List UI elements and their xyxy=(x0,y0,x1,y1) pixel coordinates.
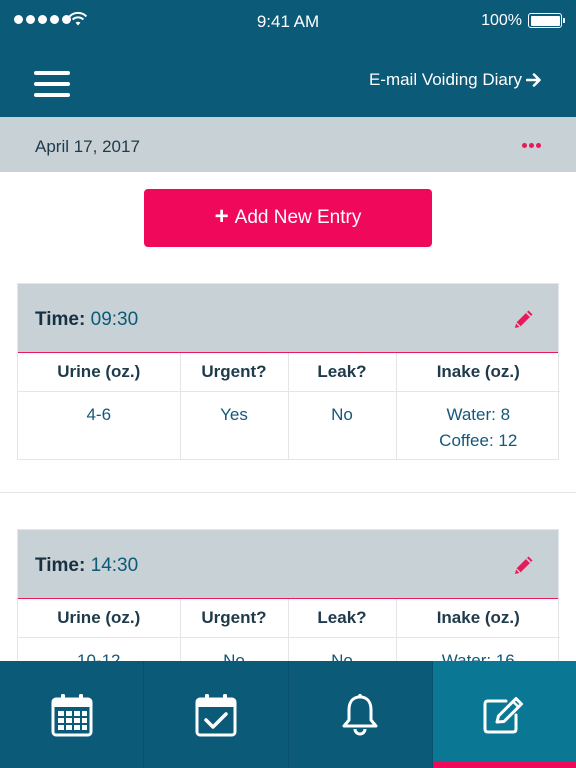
entry-time: Time: 14:30 xyxy=(35,555,138,577)
cell-urine: 4-6 xyxy=(18,391,181,459)
app-header: 9:41 AM 100% E-mail Voiding Diary xyxy=(0,0,576,117)
cell-leak: No xyxy=(288,391,397,459)
entry-time: Time: 09:30 xyxy=(35,309,138,331)
plus-icon: + xyxy=(214,202,229,230)
intake-line: Water: 8 xyxy=(446,404,511,424)
entry-time-label: Time: xyxy=(35,309,86,330)
entry-time-value: 14:30 xyxy=(90,555,139,576)
battery-icon xyxy=(528,13,565,28)
entry-table: Urine (oz.) Urgent? Leak? Inake (oz.) 4-… xyxy=(18,353,560,459)
pencil-icon[interactable] xyxy=(512,307,536,331)
pencil-icon[interactable] xyxy=(512,553,536,577)
entry-divider xyxy=(0,492,576,493)
table-header-row: Urine (oz.) Urgent? Leak? Inake (oz.) xyxy=(18,599,560,638)
column-header-intake: Inake (oz.) xyxy=(396,599,560,638)
add-new-entry-button[interactable]: + Add New Entry xyxy=(144,189,432,247)
calendar-check-icon xyxy=(195,693,237,736)
cell-urgent: Yes xyxy=(180,391,289,459)
calendar-icon xyxy=(51,693,93,736)
column-header-urgent: Urgent? xyxy=(180,353,289,392)
entry-header: Time: 09:30 xyxy=(18,284,558,353)
tab-bar xyxy=(0,661,576,768)
more-options-icon[interactable] xyxy=(522,143,541,148)
tab-calendar-check[interactable] xyxy=(144,661,289,768)
entry-time-label: Time: xyxy=(35,555,86,576)
arrow-right-icon xyxy=(526,73,541,87)
edit-icon xyxy=(483,696,524,733)
current-date: April 17, 2017 xyxy=(35,137,140,156)
bell-icon xyxy=(342,693,378,735)
status-bar: 9:41 AM 100% xyxy=(0,0,576,42)
table-row: 4-6 Yes No Water: 8 Coffee: 12 xyxy=(18,391,560,459)
diary-entry: Time: 09:30 Urine (oz.) Urgent? Leak? In… xyxy=(17,283,560,460)
email-diary-link[interactable]: E-mail Voiding Diary xyxy=(369,70,542,90)
column-header-leak: Leak? xyxy=(288,599,397,638)
date-bar: April 17, 2017 xyxy=(0,117,576,172)
intake-line: Coffee: 12 xyxy=(439,430,518,450)
tab-calendar[interactable] xyxy=(0,661,145,768)
add-new-entry-label: Add New Entry xyxy=(234,207,362,228)
column-header-leak: Leak? xyxy=(288,353,397,392)
tab-diary-entry[interactable] xyxy=(432,661,576,768)
entry-header: Time: 14:30 xyxy=(18,530,558,599)
column-header-urine: Urine (oz.) xyxy=(18,353,181,392)
cell-intake: Water: 8 Coffee: 12 xyxy=(396,391,560,459)
column-header-urine: Urine (oz.) xyxy=(18,599,181,638)
email-diary-label: E-mail Voiding Diary xyxy=(368,70,522,89)
column-header-intake: Inake (oz.) xyxy=(396,353,560,392)
menu-button[interactable] xyxy=(34,71,70,97)
table-header-row: Urine (oz.) Urgent? Leak? Inake (oz.) xyxy=(18,353,560,392)
battery-percentage: 100% xyxy=(481,12,522,29)
entry-time-value: 09:30 xyxy=(90,309,139,330)
column-header-urgent: Urgent? xyxy=(180,599,289,638)
tab-notifications[interactable] xyxy=(289,661,433,768)
